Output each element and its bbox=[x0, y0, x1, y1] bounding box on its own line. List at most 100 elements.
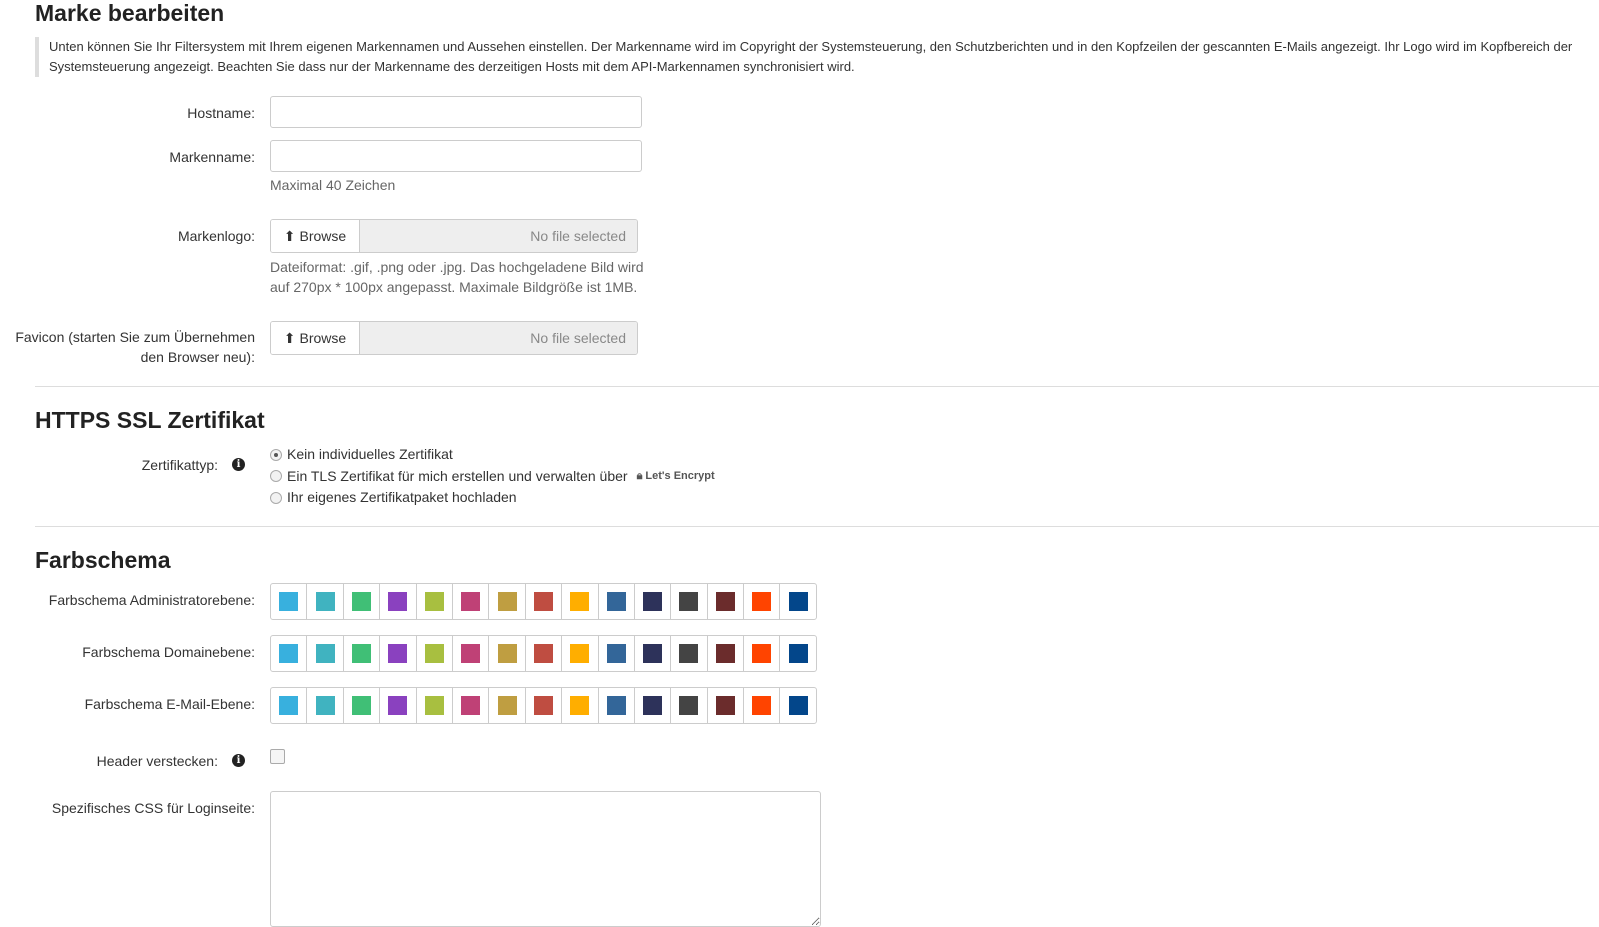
brandname-help: Maximal 40 Zeichen bbox=[270, 177, 396, 193]
color-chip bbox=[424, 696, 444, 715]
scheme-domain-swatches bbox=[270, 635, 817, 672]
browse-label: Browse bbox=[299, 228, 347, 244]
color-swatch[interactable] bbox=[526, 584, 563, 619]
hide-header-checkbox[interactable] bbox=[270, 749, 285, 764]
color-swatch[interactable] bbox=[271, 584, 308, 619]
color-swatch[interactable] bbox=[744, 584, 781, 619]
cert-type-radios: Kein individuelles Zertifikat Ein TLS Ze… bbox=[270, 444, 715, 509]
color-swatch[interactable] bbox=[671, 636, 708, 671]
color-chip bbox=[533, 592, 553, 611]
color-chip bbox=[279, 696, 299, 715]
color-swatch[interactable] bbox=[417, 636, 453, 671]
color-chip bbox=[315, 696, 335, 715]
color-swatch[interactable] bbox=[599, 584, 635, 619]
color-swatch[interactable] bbox=[708, 584, 745, 619]
color-swatch[interactable] bbox=[744, 688, 781, 723]
color-swatch[interactable] bbox=[489, 584, 526, 619]
logo-file-name: No file selected bbox=[360, 220, 637, 252]
color-swatch[interactable] bbox=[562, 636, 599, 671]
hostname-input[interactable] bbox=[270, 96, 642, 128]
cert-option-letsencrypt[interactable]: Ein TLS Zertifikat für mich erstellen un… bbox=[270, 466, 715, 488]
info-icon[interactable]: i bbox=[232, 754, 245, 767]
browse-label: Browse bbox=[299, 330, 347, 346]
color-swatch[interactable] bbox=[489, 636, 526, 671]
color-swatch[interactable] bbox=[453, 584, 490, 619]
color-chip bbox=[570, 592, 590, 611]
color-swatch[interactable] bbox=[344, 688, 381, 723]
color-chip bbox=[788, 696, 808, 715]
color-chip bbox=[679, 592, 699, 611]
color-swatch[interactable] bbox=[271, 636, 308, 671]
color-chip bbox=[570, 696, 590, 715]
color-swatch[interactable] bbox=[344, 636, 381, 671]
color-swatch[interactable] bbox=[708, 688, 745, 723]
color-swatch[interactable] bbox=[562, 688, 599, 723]
color-chip bbox=[715, 644, 735, 663]
color-swatch[interactable] bbox=[744, 636, 781, 671]
cert-option-upload[interactable]: Ihr eigenes Zertifikatpaket hochladen bbox=[270, 487, 715, 509]
color-swatch[interactable] bbox=[599, 636, 635, 671]
color-swatch[interactable] bbox=[307, 636, 344, 671]
css-label: Spezifisches CSS für Loginseite: bbox=[51, 800, 255, 816]
color-chip bbox=[643, 644, 663, 663]
color-swatch[interactable] bbox=[780, 584, 815, 619]
color-swatch[interactable] bbox=[780, 636, 815, 671]
favicon-file-input[interactable]: ⬆ Browse No file selected bbox=[270, 321, 638, 355]
scheme-admin-swatches bbox=[270, 583, 817, 620]
color-chip bbox=[388, 644, 408, 663]
divider bbox=[35, 526, 1599, 527]
cert-option-none[interactable]: Kein individuelles Zertifikat bbox=[270, 444, 715, 466]
intro-text: Unten können Sie Ihr Filtersystem mit Ih… bbox=[35, 37, 1589, 77]
color-swatch[interactable] bbox=[635, 584, 672, 619]
color-chip bbox=[315, 644, 335, 663]
radio-button[interactable] bbox=[270, 491, 282, 504]
color-swatch[interactable] bbox=[635, 636, 672, 671]
color-swatch[interactable] bbox=[526, 636, 563, 671]
login-css-textarea[interactable] bbox=[270, 791, 821, 927]
color-swatch[interactable] bbox=[380, 584, 417, 619]
color-chip bbox=[752, 696, 772, 715]
favicon-label-2: den Browser neu): bbox=[140, 349, 255, 365]
color-swatch[interactable] bbox=[380, 688, 417, 723]
color-swatch[interactable] bbox=[417, 688, 453, 723]
color-swatch[interactable] bbox=[453, 688, 490, 723]
color-swatch[interactable] bbox=[599, 688, 635, 723]
info-icon[interactable]: i bbox=[232, 458, 245, 471]
radio-button[interactable] bbox=[270, 470, 282, 483]
option-label: Ein TLS Zertifikat für mich erstellen un… bbox=[287, 467, 628, 484]
color-chip bbox=[279, 644, 299, 663]
logo-browse-button[interactable]: ⬆ Browse bbox=[271, 220, 360, 252]
color-swatch[interactable] bbox=[562, 584, 599, 619]
color-chip bbox=[643, 696, 663, 715]
brandname-input[interactable] bbox=[270, 140, 642, 172]
color-chip bbox=[752, 592, 772, 611]
color-swatch[interactable] bbox=[344, 584, 381, 619]
color-swatch[interactable] bbox=[671, 584, 708, 619]
favicon-browse-button[interactable]: ⬆ Browse bbox=[271, 322, 360, 354]
color-swatch[interactable] bbox=[635, 688, 672, 723]
color-swatch[interactable] bbox=[271, 688, 308, 723]
color-swatch[interactable] bbox=[526, 688, 563, 723]
color-swatch[interactable] bbox=[453, 636, 490, 671]
option-label: Kein individuelles Zertifikat bbox=[287, 446, 453, 462]
color-chip bbox=[497, 644, 517, 663]
cert-type-label: Zertifikattyp: bbox=[141, 457, 218, 473]
color-swatch[interactable] bbox=[780, 688, 815, 723]
color-swatch[interactable] bbox=[671, 688, 708, 723]
logo-file-input[interactable]: ⬆ Browse No file selected bbox=[270, 219, 638, 253]
color-chip bbox=[606, 644, 626, 663]
color-chip bbox=[497, 592, 517, 611]
color-chip bbox=[351, 644, 371, 663]
color-swatch[interactable] bbox=[708, 636, 745, 671]
color-swatch[interactable] bbox=[489, 688, 526, 723]
color-swatch[interactable] bbox=[307, 584, 344, 619]
color-swatch[interactable] bbox=[417, 584, 453, 619]
favicon-label: Favicon (starten Sie zum Übernehmen den B… bbox=[15, 327, 255, 367]
letsencrypt-logo: 🔒︎ Let's Encrypt bbox=[637, 466, 715, 488]
hostname-label: Hostname: bbox=[187, 105, 255, 121]
color-chip bbox=[533, 644, 553, 663]
color-swatch[interactable] bbox=[307, 688, 344, 723]
radio-button[interactable] bbox=[270, 448, 282, 461]
color-swatch[interactable] bbox=[380, 636, 417, 671]
favicon-file-name: No file selected bbox=[360, 322, 637, 354]
